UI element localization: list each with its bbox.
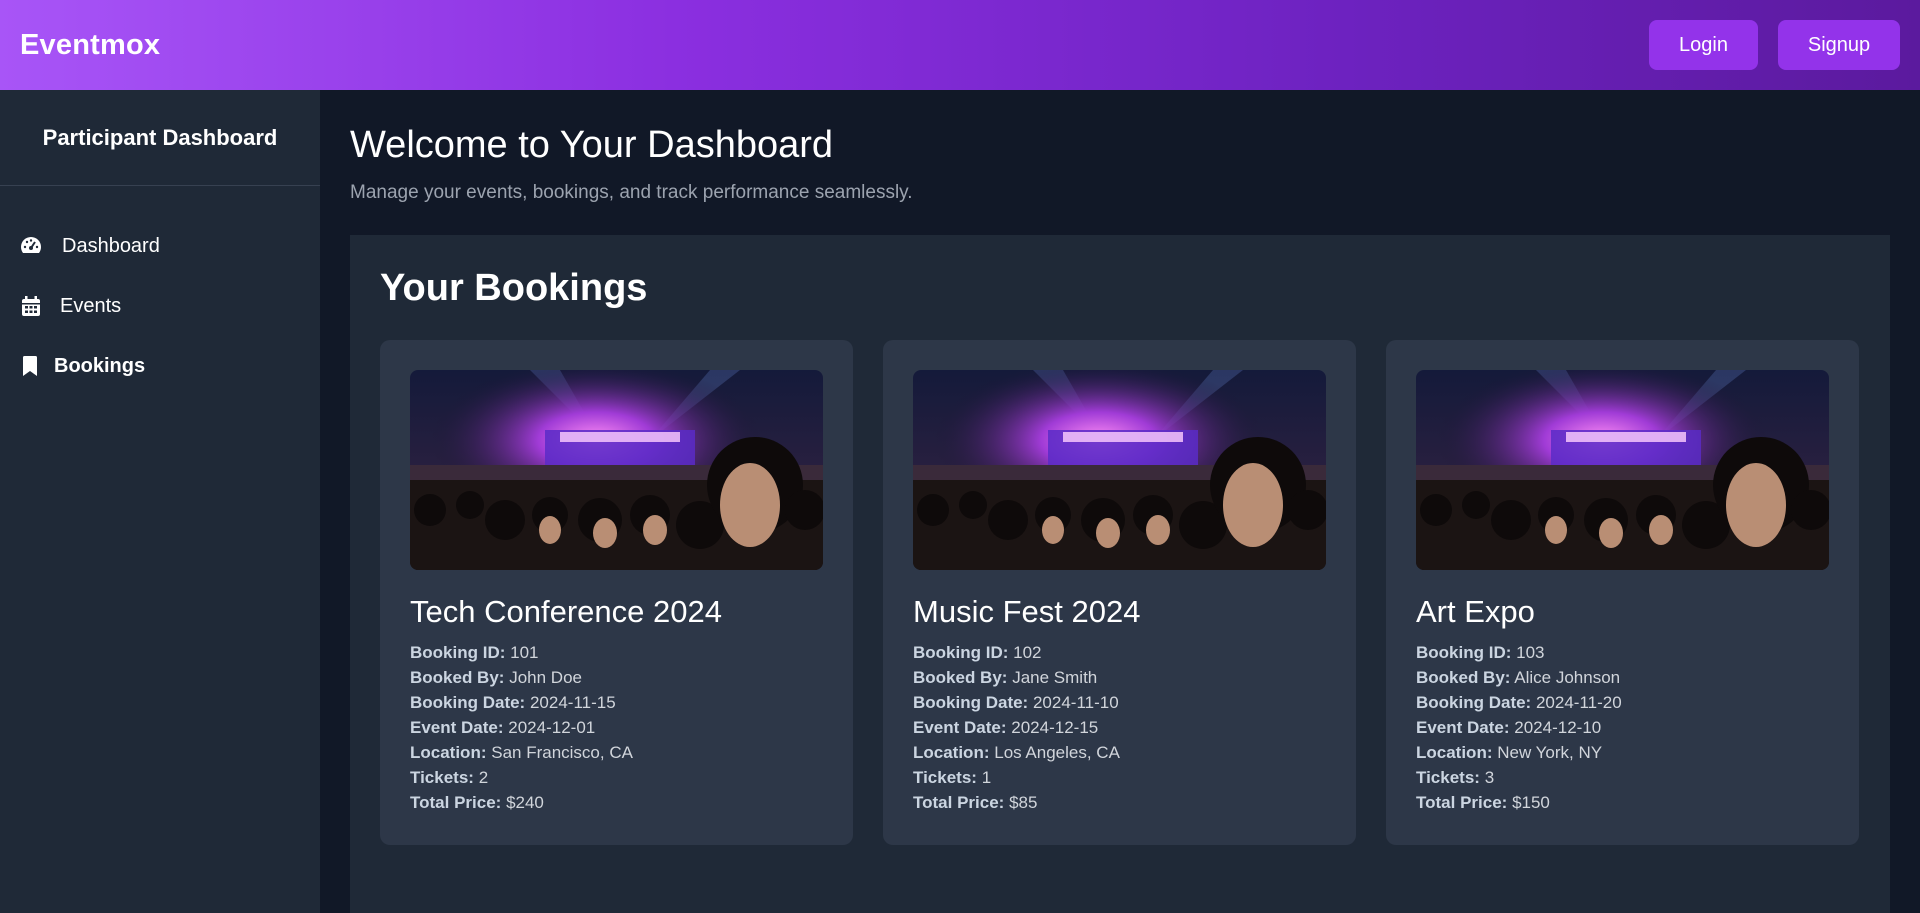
location-value: New York, NY	[1497, 743, 1603, 762]
booking-date: Booking Date: 2024-11-15	[410, 690, 823, 715]
booking-details: Booking ID: 101 Booked By: John Doe Book…	[410, 640, 823, 815]
location-value: Los Angeles, CA	[994, 743, 1120, 762]
total-price: Total Price: $240	[410, 790, 823, 815]
sidebar-item-dashboard[interactable]: Dashboard	[0, 216, 320, 276]
event-date-label: Event Date:	[410, 718, 504, 737]
event-date-value: 2024-12-15	[1011, 718, 1099, 737]
location: Location: Los Angeles, CA	[913, 740, 1326, 765]
sidebar-item-events[interactable]: Events	[0, 276, 320, 336]
booked-by-value: Jane Smith	[1012, 668, 1098, 687]
gauge-icon	[20, 235, 42, 257]
page-scrollbar[interactable]	[1906, 90, 1920, 913]
booked-by-label: Booked By:	[1416, 668, 1511, 687]
event-title: Music Fest 2024	[913, 594, 1141, 629]
top-navbar: Eventmox Login Signup	[0, 0, 1920, 90]
auth-buttons: Login Signup	[1649, 20, 1900, 70]
location-label: Location:	[913, 743, 990, 762]
event-photo	[913, 370, 1326, 570]
section-title: Your Bookings	[380, 267, 648, 309]
calendar-icon	[20, 295, 42, 317]
booking-date-label: Booking Date:	[913, 693, 1029, 712]
event-date-label: Event Date:	[1416, 718, 1510, 737]
booking-card[interactable]: Tech Conference 2024 Booking ID: 101 Boo…	[380, 340, 853, 845]
signup-button[interactable]: Signup	[1778, 20, 1900, 70]
total-price-value: $150	[1512, 793, 1550, 812]
booking-card[interactable]: Music Fest 2024 Booking ID: 102 Booked B…	[883, 340, 1356, 845]
tickets-value: 2	[478, 768, 489, 787]
total-price: Total Price: $150	[1416, 790, 1829, 815]
main-content: Welcome to Your Dashboard Manage your ev…	[320, 90, 1920, 913]
event-title: Tech Conference 2024	[410, 594, 722, 629]
total-price: Total Price: $85	[913, 790, 1326, 815]
sidebar-nav: Dashboard Events Bookings	[0, 186, 320, 396]
booking-id-label: Booking ID:	[1416, 643, 1512, 662]
event-photo	[1416, 370, 1829, 570]
booking-id: Booking ID: 103	[1416, 640, 1829, 665]
sidebar-item-label: Bookings	[54, 354, 146, 377]
event-date: Event Date: 2024-12-10	[1416, 715, 1829, 740]
booked-by-label: Booked By:	[913, 668, 1008, 687]
event-date-value: 2024-12-01	[508, 718, 596, 737]
booked-by-label: Booked By:	[410, 668, 505, 687]
booked-by-value: John Doe	[509, 668, 582, 687]
booking-id-value: 101	[510, 643, 539, 662]
booking-date-value: 2024-11-20	[1535, 693, 1622, 712]
tickets: Tickets: 3	[1416, 765, 1829, 790]
login-button[interactable]: Login	[1649, 20, 1758, 70]
booking-details: Booking ID: 103 Booked By: Alice Johnson…	[1416, 640, 1829, 815]
tickets-label: Tickets:	[1416, 768, 1480, 787]
brand-logo[interactable]: Eventmox	[20, 29, 160, 62]
event-date-label: Event Date:	[913, 718, 1007, 737]
event-date: Event Date: 2024-12-01	[410, 715, 823, 740]
total-price-label: Total Price:	[410, 793, 502, 812]
event-date: Event Date: 2024-12-15	[913, 715, 1326, 740]
tickets-label: Tickets:	[410, 768, 474, 787]
booking-id: Booking ID: 102	[913, 640, 1326, 665]
tickets-value: 1	[981, 768, 992, 787]
tickets: Tickets: 1	[913, 765, 1326, 790]
booking-card[interactable]: Art Expo Booking ID: 103 Booked By: Alic…	[1386, 340, 1859, 845]
sidebar-item-label: Dashboard	[62, 234, 160, 257]
location-label: Location:	[1416, 743, 1493, 762]
booking-date-label: Booking Date:	[1416, 693, 1532, 712]
booking-id-label: Booking ID:	[410, 643, 506, 662]
booked-by-value: Alice Johnson	[1514, 668, 1621, 687]
tickets-label: Tickets:	[913, 768, 977, 787]
event-photo	[410, 370, 823, 570]
location: Location: San Francisco, CA	[410, 740, 823, 765]
booking-details: Booking ID: 102 Booked By: Jane Smith Bo…	[913, 640, 1326, 815]
location-label: Location:	[410, 743, 487, 762]
booking-date-value: 2024-11-10	[1032, 693, 1119, 712]
location-value: San Francisco, CA	[491, 743, 633, 762]
location: Location: New York, NY	[1416, 740, 1829, 765]
booking-id-value: 103	[1516, 643, 1545, 662]
total-price-label: Total Price:	[913, 793, 1005, 812]
total-price-value: $240	[506, 793, 544, 812]
sidebar: Participant Dashboard Dashboard Events B…	[0, 90, 320, 913]
booking-cards: Tech Conference 2024 Booking ID: 101 Boo…	[380, 340, 1859, 845]
page-title: Welcome to Your Dashboard	[350, 124, 834, 166]
booking-id: Booking ID: 101	[410, 640, 823, 665]
booked-by: Booked By: Alice Johnson	[1416, 665, 1829, 690]
booking-date-label: Booking Date:	[410, 693, 526, 712]
tickets-value: 3	[1484, 768, 1495, 787]
booking-id-label: Booking ID:	[913, 643, 1009, 662]
bookmark-icon	[20, 355, 40, 377]
sidebar-item-label: Events	[60, 294, 122, 317]
booking-date: Booking Date: 2024-11-10	[913, 690, 1326, 715]
booked-by: Booked By: Jane Smith	[913, 665, 1326, 690]
event-date-value: 2024-12-10	[1514, 718, 1602, 737]
booking-date: Booking Date: 2024-11-20	[1416, 690, 1829, 715]
sidebar-title: Participant Dashboard	[0, 90, 320, 186]
bookings-panel: Your Bookings Tech Conference 2024 Booki…	[350, 235, 1890, 913]
tickets: Tickets: 2	[410, 765, 823, 790]
booking-date-value: 2024-11-15	[529, 693, 616, 712]
total-price-label: Total Price:	[1416, 793, 1508, 812]
total-price-value: $85	[1009, 793, 1038, 812]
booking-id-value: 102	[1013, 643, 1042, 662]
event-title: Art Expo	[1416, 594, 1535, 629]
sidebar-item-bookings[interactable]: Bookings	[0, 336, 320, 396]
page-subtitle: Manage your events, bookings, and track …	[350, 182, 913, 203]
booked-by: Booked By: John Doe	[410, 665, 823, 690]
